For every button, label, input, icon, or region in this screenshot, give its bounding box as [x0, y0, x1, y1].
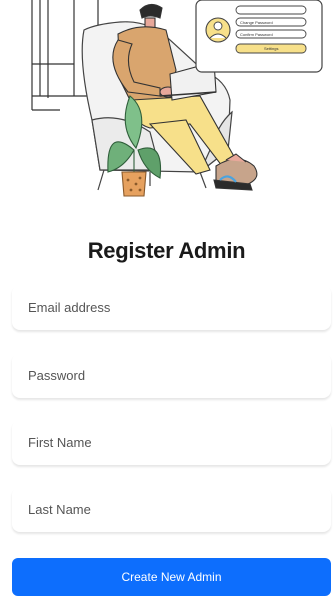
card-change-password-text: Change Password — [240, 20, 273, 25]
create-new-admin-button[interactable]: Create New Admin — [12, 558, 331, 596]
last-name-field[interactable] — [12, 487, 331, 532]
card-confirm-password-text: Confirm Password — [240, 32, 273, 37]
profile-card: Change Password Confirm Password Setting… — [195, 0, 323, 73]
password-field[interactable] — [12, 353, 331, 398]
password-input[interactable] — [28, 368, 331, 383]
email-field[interactable] — [12, 285, 331, 330]
first-name-input[interactable] — [28, 435, 331, 450]
email-input[interactable] — [28, 300, 331, 315]
register-admin-page: Change Password Confirm Password Setting… — [0, 0, 333, 599]
first-name-field[interactable] — [12, 420, 331, 465]
card-settings-text: Settings — [264, 46, 278, 51]
last-name-input[interactable] — [28, 502, 331, 517]
page-title: Register Admin — [87, 238, 246, 263]
hero-illustration: Change Password Confirm Password Setting… — [31, 0, 323, 197]
